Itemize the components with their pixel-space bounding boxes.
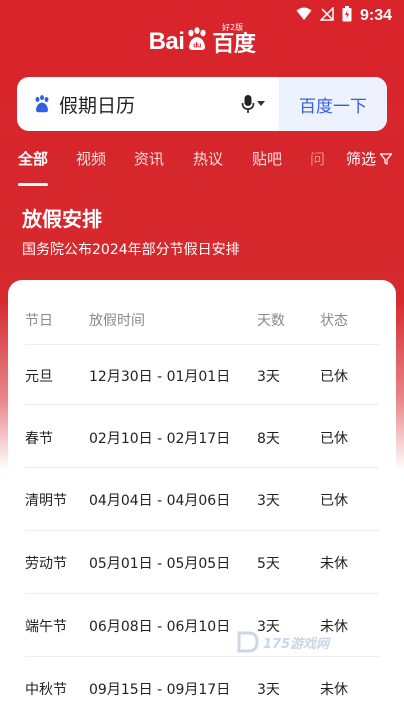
holiday-dates: 05月01日 - 05月05日 [89,556,231,572]
tab-discuss[interactable]: 热议 [193,148,223,169]
search-tabs: 全部 视频 资讯 热议 贴吧 问 筛选 [0,140,404,182]
tab-all[interactable]: 全部 [18,148,48,169]
table-row[interactable]: 端午节 06月08日 - 06月10日 3天 未休 [8,616,396,678]
active-tab-indicator [18,183,48,186]
tab-ask[interactable]: 问 [310,148,325,169]
table-row[interactable]: 元旦 12月30日 - 01月01日 3天 已休 [8,366,396,428]
divider [25,467,379,468]
search-box[interactable]: 假期日历 百度一下 [17,77,387,131]
header-days: 天数 [257,313,285,329]
holiday-days: 3天 [257,369,280,385]
festival-name: 清明节 [25,493,67,509]
caret-down-icon [257,101,265,106]
logo-badge: 好2版 [222,23,244,32]
divider [25,656,379,657]
holiday-dates: 09月15日 - 09月17日 [89,682,231,698]
holiday-days: 3天 [257,682,280,698]
filter-button[interactable]: 筛选 [346,148,392,169]
voice-search-button[interactable] [241,94,265,114]
festival-name: 劳动节 [25,556,67,572]
holiday-table: 节日 放假时间 天数 状态 元旦 12月30日 - 01月01日 3天 已休 春… [8,280,396,720]
table-row[interactable]: 春节 02月10日 - 02月17日 8天 已休 [8,428,396,490]
divider [25,593,379,594]
table-row[interactable]: 清明节 04月04日 - 04月06日 3天 已休 [8,490,396,552]
logo-du: du [194,42,202,49]
divider [25,530,379,531]
watermark-text: 175游戏网 [263,636,330,652]
header-status: 状态 [320,313,348,329]
search-paw-icon [33,95,51,113]
card-title: 放假安排 [22,207,102,231]
watermark-logo-icon [237,631,259,653]
holiday-status: 已休 [320,431,348,447]
search-input[interactable]: 假期日历 [59,91,241,118]
header-dates: 放假时间 [89,313,145,329]
holiday-dates: 12月30日 - 01月01日 [89,369,231,385]
holiday-days: 5天 [257,556,280,572]
festival-name: 春节 [25,431,53,447]
filter-icon [380,152,392,165]
festival-name: 中秋节 [25,682,67,698]
holiday-days: 8天 [257,431,280,447]
watermark: 175游戏网 [237,630,329,654]
divider [25,344,379,345]
logo-latin: Bai [148,28,185,55]
holiday-status: 未休 [320,556,348,572]
search-button[interactable]: 百度一下 [279,77,387,131]
holiday-status: 已休 [320,493,348,509]
filter-label: 筛选 [345,150,376,168]
tab-news[interactable]: 资讯 [134,148,164,169]
holiday-status: 未休 [320,682,348,698]
card-subtitle: 国务院公布2024年部分节假日安排 [22,242,240,258]
paw-icon: du [186,26,208,58]
tab-tieba[interactable]: 贴吧 [252,148,282,169]
festival-name: 元旦 [25,369,53,385]
table-header: 节日 放假时间 天数 状态 [8,310,396,372]
festival-name: 端午节 [25,619,67,635]
microphone-icon [241,95,255,113]
holiday-dates: 06月08日 - 06月10日 [89,619,231,635]
tab-video[interactable]: 视频 [76,148,106,169]
baidu-logo[interactable]: Bai du 百度 好2版 [0,22,404,62]
header-festival: 节日 [25,313,53,329]
holiday-dates: 02月10日 - 02月17日 [89,431,231,447]
holiday-days: 3天 [257,493,280,509]
table-row[interactable]: 劳动节 05月01日 - 05月05日 5天 未休 [8,553,396,615]
divider [25,404,379,405]
holiday-status: 已休 [320,369,348,385]
table-row[interactable]: 中秋节 09月15日 - 09月17日 3天 未休 [8,679,396,720]
holiday-dates: 04月04日 - 04月06日 [89,493,231,509]
